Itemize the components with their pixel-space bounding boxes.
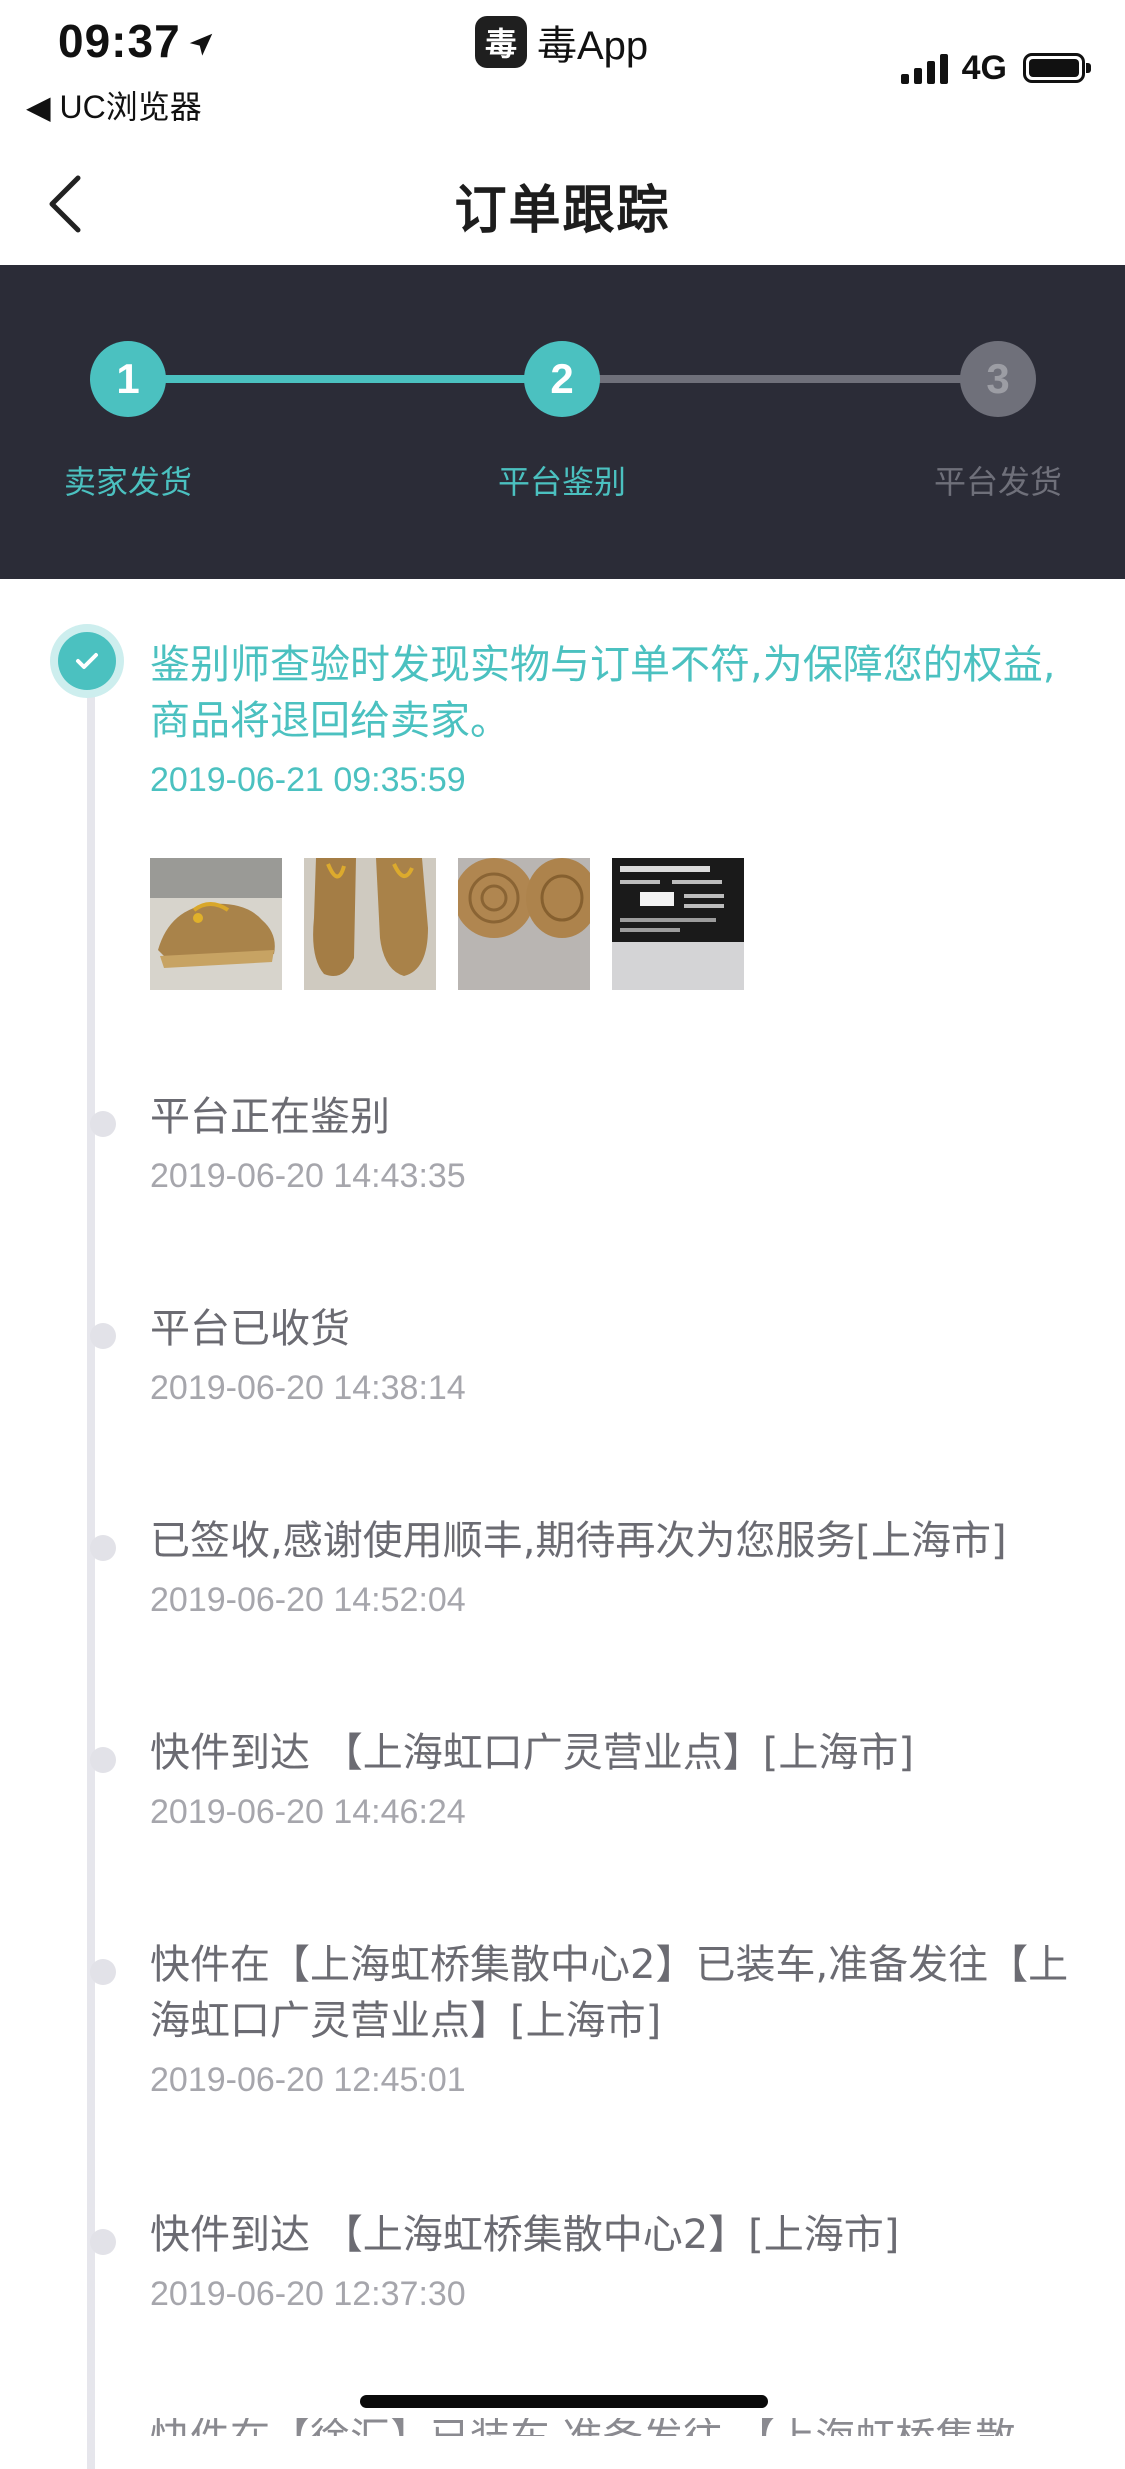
- sneaker-side-photo[interactable]: [150, 858, 282, 990]
- timeline-dot-icon: [90, 1111, 116, 1137]
- check-circle-icon: [58, 632, 116, 690]
- timeline-item: 快件到达 【上海虹桥集散中心2】[上海市] 2019-06-20 12:37:3…: [90, 2207, 1070, 2314]
- battery-icon: [1023, 53, 1091, 83]
- timeline-time: 2019-06-20 14:43:35: [150, 1157, 466, 1195]
- step-3-circle: 3: [960, 341, 1036, 417]
- step-1-label: 卖家发货: [63, 463, 192, 501]
- step-3-label: 平台发货: [933, 463, 1062, 501]
- signal-icon: [900, 52, 948, 84]
- app-name: 毒App: [537, 24, 649, 68]
- timeline-dot-icon: [90, 1959, 116, 1985]
- step-1-circle: 1: [90, 341, 166, 417]
- progress-track-completed: [128, 375, 562, 383]
- timeline-item: 已签收,感谢使用顺丰,期待再次为您服务[上海市] 2019-06-20 14:5…: [90, 1513, 1070, 1620]
- timeline-line: [87, 669, 95, 2469]
- timeline-time: 2019-06-20 14:46:24: [150, 1793, 466, 1831]
- timeline-item: 快件到达 【上海虹口广灵营业点】[上海市] 2019-06-20 14:46:2…: [90, 1725, 1070, 1832]
- order-progress-steps: 1 2 3 卖家发货 平台鉴别 平台发货: [0, 265, 1125, 579]
- timeline-text: 平台正在鉴别: [150, 1094, 390, 1140]
- timeline-time: 2019-06-20 12:45:01: [150, 2061, 466, 2099]
- timeline-time: 2019-06-20 14:52:04: [150, 1581, 466, 1619]
- timeline-dot-icon: [90, 2229, 116, 2255]
- sneaker-sole-photo[interactable]: [458, 858, 590, 990]
- timeline-time: 2019-06-20 12:37:30: [150, 2275, 466, 2313]
- status-bar: 09:37 ◀ UC浏览器 毒 毒App 4G: [0, 0, 1125, 140]
- status-time: 09:37: [58, 15, 181, 67]
- timeline-dot-icon: [90, 1323, 116, 1349]
- progress-track-pending: [562, 375, 998, 383]
- location-arrow-icon: [189, 33, 213, 56]
- timeline-text-partial: 快件在【徐汇】已装车,准备发往 【上海虹桥集散: [150, 2418, 1015, 2436]
- timeline-time: 2019-06-21 09:35:59: [150, 761, 466, 799]
- timeline-text: 快件到达 【上海虹桥集散中心2】[上海市]: [150, 2212, 900, 2258]
- timeline-time: 2019-06-20 14:38:14: [150, 1369, 466, 1407]
- home-indicator[interactable]: [360, 2395, 768, 2408]
- timeline-item: 平台已收货 2019-06-20 14:38:14: [90, 1301, 1070, 1408]
- timeline-text: 快件到达 【上海虹口广灵营业点】[上海市]: [150, 1730, 914, 1776]
- tracking-timeline: 鉴别师查验时发现实物与订单不符,为保障您的权益,商品将退回给卖家。 2019-0…: [0, 579, 1125, 2469]
- page-title: 订单跟踪: [454, 181, 671, 241]
- network-type: 4G: [961, 48, 1007, 87]
- timeline-text: 鉴别师查验时发现实物与订单不符,为保障您的权益,商品将退回给卖家。: [150, 642, 1056, 744]
- timeline-text: 已签收,感谢使用顺丰,期待再次为您服务[上海市]: [150, 1518, 1007, 1564]
- timeline-text: 平台已收货: [150, 1306, 350, 1352]
- app-logo-icon: 毒: [475, 16, 527, 68]
- timeline-dot-icon: [90, 1535, 116, 1561]
- active-app-indicator: 毒 毒App: [475, 14, 648, 70]
- timeline-text: 快件在【上海虹桥集散中心2】已装车,准备发往【上海虹口广灵营业点】[上海市]: [150, 1942, 1069, 2044]
- back-to-uc-browser-link[interactable]: ◀ UC浏览器: [26, 82, 202, 128]
- timeline-dot-icon: [90, 1747, 116, 1773]
- inspection-photos: [150, 858, 1070, 990]
- timeline-item: 鉴别师查验时发现实物与订单不符,为保障您的权益,商品将退回给卖家。 2019-0…: [58, 632, 1070, 990]
- step-2-label: 平台鉴别: [497, 463, 626, 501]
- step-2-circle: 2: [524, 341, 600, 417]
- sneaker-top-photo[interactable]: [304, 858, 436, 990]
- shoe-box-label-photo[interactable]: [612, 858, 744, 990]
- status-indicators: 4G: [900, 46, 1091, 90]
- timeline-item: 平台正在鉴别 2019-06-20 14:43:35: [90, 1089, 1070, 1196]
- navigation-bar: 订单跟踪: [0, 140, 1125, 265]
- timeline-item: 快件在【上海虹桥集散中心2】已装车,准备发往【上海虹口广灵营业点】[上海市] 2…: [90, 1937, 1070, 2100]
